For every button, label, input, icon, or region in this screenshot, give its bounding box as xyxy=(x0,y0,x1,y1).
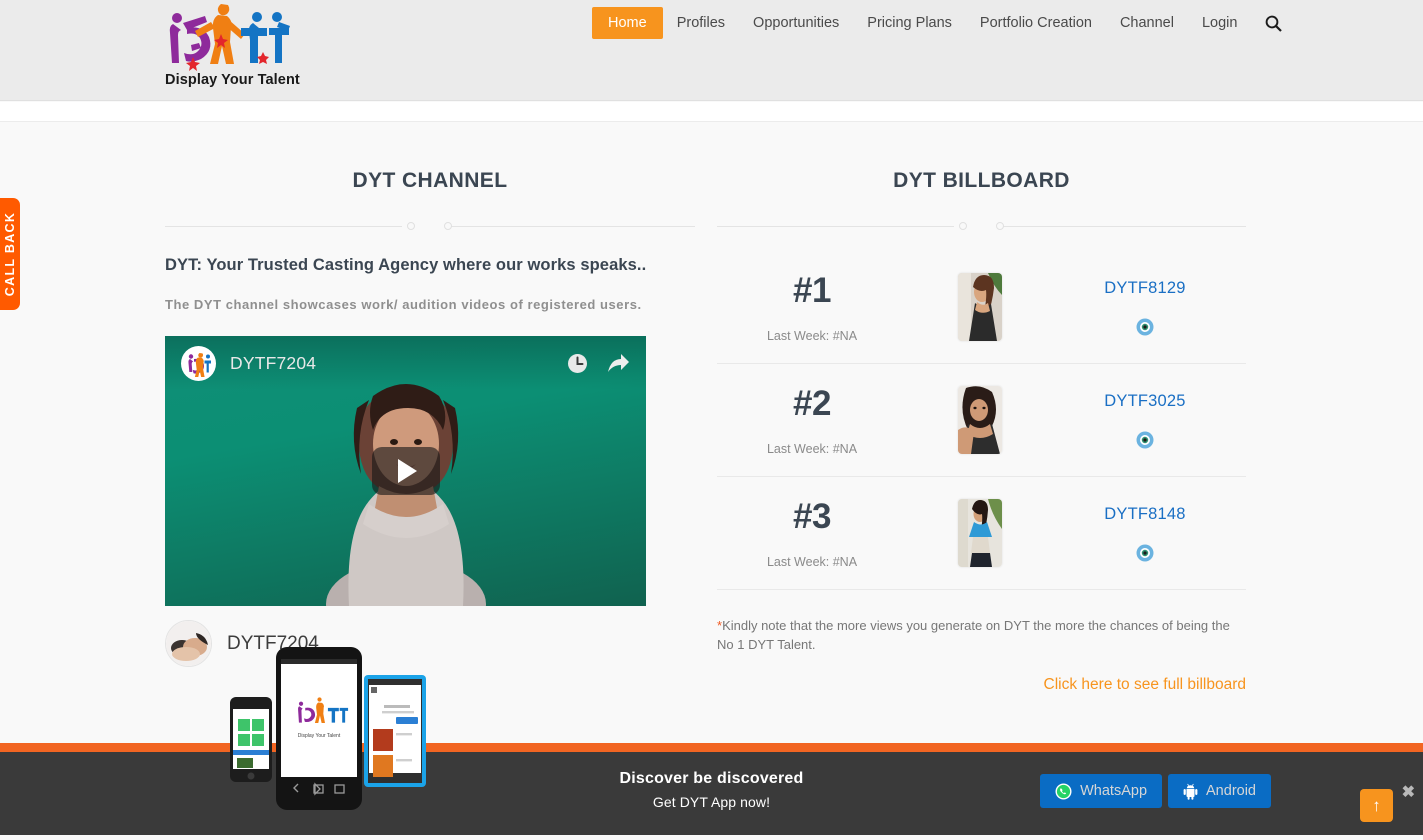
main-content: DYT CHANNEL DYT: Your Trusted Casting Ag… xyxy=(0,122,1423,743)
section-divider xyxy=(717,222,1246,230)
eye-icon xyxy=(1136,318,1154,335)
player-action-icons xyxy=(567,353,630,374)
whatsapp-label: WhatsApp xyxy=(1080,783,1148,799)
site-header: Display Your Talent Home Profiles Opport… xyxy=(0,0,1423,101)
android-button[interactable]: Android xyxy=(1168,774,1271,808)
profile-photo-3 xyxy=(957,499,1002,567)
note-text: Kindly note that the more views you gene… xyxy=(717,618,1230,652)
profile-thumbnail[interactable] xyxy=(957,273,1002,341)
billboard-thumb-cell xyxy=(907,273,1052,341)
site-logo[interactable]: Display Your Talent xyxy=(165,2,300,94)
channel-lead-text: DYT: Your Trusted Casting Agency where o… xyxy=(165,256,647,274)
scroll-to-top-button[interactable]: ↑ xyxy=(1360,789,1393,822)
eye-icon xyxy=(1136,431,1154,448)
play-icon xyxy=(398,459,417,483)
phones-illustration: Display Your Talent xyxy=(230,647,426,810)
player-video-title: DYTF7204 xyxy=(230,352,317,373)
rank-number: #2 xyxy=(793,384,831,423)
billboard-thumb-cell xyxy=(907,386,1052,454)
divider-dot xyxy=(996,222,1004,230)
whatsapp-button[interactable]: WhatsApp xyxy=(1040,774,1163,808)
last-week-rank: Last Week: #NA xyxy=(766,329,858,343)
full-billboard-link[interactable]: Click here to see full billboard xyxy=(717,676,1246,694)
talent-id-link[interactable]: DYTF8129 xyxy=(1052,279,1238,298)
talent-id-link[interactable]: DYTF8148 xyxy=(1052,505,1238,524)
nav-item-login[interactable]: Login xyxy=(1188,8,1251,38)
divider-dot xyxy=(407,222,415,230)
views-indicator[interactable] xyxy=(1052,431,1238,449)
dyt-channel-title: DYT CHANNEL xyxy=(352,169,508,192)
last-week-rank: Last Week: #NA xyxy=(766,555,858,569)
app-promo-footer: Discover be discovered Get DYT App now! … xyxy=(0,752,1423,835)
nav-item-portfolio-creation[interactable]: Portfolio Creation xyxy=(966,8,1106,38)
close-icon[interactable]: ✖ xyxy=(1402,782,1415,802)
billboard-rank-cell: #2 Last Week: #NA xyxy=(717,384,907,456)
billboard-rank-cell: #3 Last Week: #NA xyxy=(717,497,907,569)
billboard-info-cell: DYTF3025 xyxy=(1052,392,1246,449)
profile-photo-1 xyxy=(957,273,1002,341)
rank-number: #1 xyxy=(793,271,831,310)
svg-text:Display Your Talent: Display Your Talent xyxy=(298,733,341,739)
table-row[interactable]: #1 Last Week: #NA DYTF8129 xyxy=(717,251,1246,364)
last-week-rank: Last Week: #NA xyxy=(766,442,858,456)
footer-buttons: WhatsApp Android xyxy=(1040,774,1271,808)
profile-thumbnail[interactable] xyxy=(957,499,1002,567)
logo-tagline: Display Your Talent xyxy=(165,72,300,88)
talent-id-link[interactable]: DYTF3025 xyxy=(1052,392,1238,411)
table-row[interactable]: #3 Last Week: #NA DYTF8148 xyxy=(717,477,1246,590)
billboard-note: *Kindly note that the more views you gen… xyxy=(717,616,1246,654)
views-indicator[interactable] xyxy=(1052,318,1238,336)
search-icon[interactable] xyxy=(1265,15,1283,32)
share-icon[interactable] xyxy=(607,353,630,374)
channel-avatar[interactable] xyxy=(165,620,212,667)
android-icon xyxy=(1183,783,1198,800)
eye-icon xyxy=(1136,544,1154,561)
header-spacer xyxy=(0,102,1423,122)
rank-number: #3 xyxy=(793,497,831,536)
profile-photo-2 xyxy=(957,386,1002,454)
billboard-info-cell: DYTF8129 xyxy=(1052,279,1246,336)
clock-icon[interactable] xyxy=(567,353,588,374)
dyt-billboard-column: DYT BILLBOARD #1 Last Week: #NA DYTF8129… xyxy=(717,122,1246,694)
billboard-info-cell: DYTF8148 xyxy=(1052,505,1246,562)
orange-divider-bar xyxy=(0,743,1423,752)
android-label: Android xyxy=(1206,783,1256,799)
divider-dot xyxy=(959,222,967,230)
dyt-channel-column: DYT CHANNEL DYT: Your Trusted Casting Ag… xyxy=(165,122,695,667)
nav-item-channel[interactable]: Channel xyxy=(1106,8,1188,38)
player-channel-avatar[interactable] xyxy=(181,345,216,381)
channel-sub-text: The DYT channel showcases work/ audition… xyxy=(165,297,642,312)
divider-dot xyxy=(444,222,452,230)
video-player[interactable]: DYTF7204 xyxy=(165,336,646,606)
app-promo-phones: Display Your Talent xyxy=(218,645,463,835)
whatsapp-icon xyxy=(1055,783,1072,799)
nav-item-profiles[interactable]: Profiles xyxy=(663,8,739,38)
billboard-list: #1 Last Week: #NA DYTF8129 #2 Last Week:… xyxy=(717,251,1246,590)
billboard-rank-cell: #1 Last Week: #NA xyxy=(717,271,907,343)
arrow-up-icon: ↑ xyxy=(1372,796,1381,815)
player-top-bar: DYTF7204 xyxy=(165,336,646,390)
section-divider xyxy=(165,222,695,230)
nav-item-pricing-plans[interactable]: Pricing Plans xyxy=(853,8,966,38)
billboard-thumb-cell xyxy=(907,499,1052,567)
nav-item-opportunities[interactable]: Opportunities xyxy=(739,8,853,38)
main-navigation: Home Profiles Opportunities Pricing Plan… xyxy=(592,7,1283,39)
nav-item-home[interactable]: Home xyxy=(592,7,663,39)
views-indicator[interactable] xyxy=(1052,544,1238,562)
profile-thumbnail[interactable] xyxy=(957,386,1002,454)
dyt-logo-icon xyxy=(169,4,290,71)
play-button[interactable] xyxy=(371,447,440,495)
table-row[interactable]: #2 Last Week: #NA DYTF3025 xyxy=(717,364,1246,477)
dyt-billboard-title: DYT BILLBOARD xyxy=(893,169,1070,192)
